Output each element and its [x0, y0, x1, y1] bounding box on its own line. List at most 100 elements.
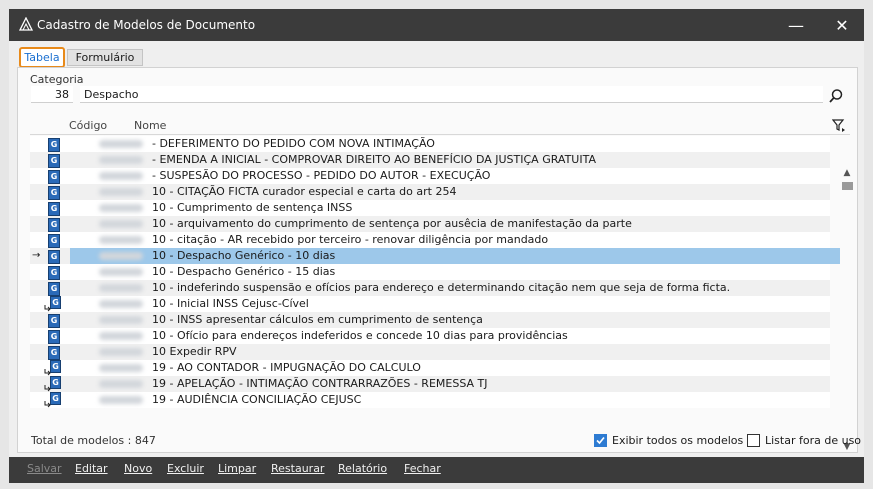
name-cell: - SUSPESÃO DO PROCESSO - PEDIDO DO AUTOR…	[152, 169, 491, 182]
document-model-icon: G	[48, 154, 60, 168]
category-code-field[interactable]: 38	[31, 86, 73, 103]
search-icon[interactable]	[828, 88, 844, 104]
document-model-icon: G	[48, 282, 60, 296]
code-cell	[70, 216, 147, 232]
document-model-icon: G	[48, 234, 60, 248]
name-cell: 10 Expedir RPV	[152, 345, 237, 358]
editar-button[interactable]: Editar	[75, 462, 108, 475]
document-model-icon: G	[48, 186, 60, 200]
name-cell: 10 - INSS apresentar cálculos em cumprim…	[152, 313, 483, 326]
name-cell: 19 - APELAÇÃO - INTIMAÇÃO CONTRARRAZÕES …	[152, 377, 488, 390]
tab-tabela[interactable]: Tabela	[19, 47, 65, 68]
table-row[interactable]: G 10 - citação - AR recebido por terceiro…	[30, 232, 830, 248]
close-button[interactable]: ✕	[819, 9, 865, 41]
redacted-code	[99, 268, 143, 276]
document-model-icon: G	[48, 218, 60, 232]
name-cell: 10 - Despacho Genérico - 10 dias	[147, 248, 840, 264]
table-row[interactable]: → G 10 - Despacho Genérico - 10 dias	[30, 248, 840, 264]
code-cell	[70, 184, 147, 200]
linked-model-icon	[44, 401, 51, 408]
total-models: Total de modelos : 847	[31, 434, 156, 447]
document-model-icon: G	[48, 250, 60, 264]
redacted-code	[99, 300, 143, 308]
redacted-code	[99, 396, 143, 404]
redacted-code	[99, 332, 143, 340]
scroll-thumb[interactable]	[842, 182, 853, 190]
scroll-up-icon[interactable]: ▲	[840, 168, 854, 180]
filter-icon[interactable]	[832, 118, 846, 132]
redacted-code	[99, 220, 143, 228]
name-cell: 19 - AO CONTADOR - IMPUGNAÇÃO DO CALCULO	[152, 361, 421, 374]
table-row[interactable]: G 10 - Ofício para endereços indeferidos …	[30, 328, 830, 344]
minimize-button[interactable]: —	[773, 9, 819, 41]
linked-model-icon	[44, 305, 51, 312]
checkbox-unchecked-icon[interactable]	[747, 434, 760, 447]
code-cell	[70, 136, 147, 152]
main-window: Cadastro de Modelos de Documento — ✕ Tab…	[9, 9, 864, 483]
name-cell: 10 - Cumprimento de sentença INSS	[152, 201, 353, 214]
document-model-icon: G	[48, 346, 60, 360]
limpar-button[interactable]: Limpar	[218, 462, 256, 475]
table-row[interactable]: G 10 - Cumprimento de sentença INSS	[30, 200, 830, 216]
table-row[interactable]: G - DEFERIMENTO DO PEDIDO COM NOVA INTIMA…	[30, 136, 830, 152]
code-cell	[70, 248, 147, 264]
minimize-icon: —	[788, 15, 804, 35]
title-bar[interactable]: Cadastro de Modelos de Documento — ✕	[9, 9, 864, 41]
redacted-code	[99, 380, 143, 388]
redacted-code	[99, 188, 143, 196]
redacted-code	[99, 348, 143, 356]
name-cell: 10 - Inicial INSS Cejusc-Cível	[152, 297, 309, 310]
checkbox-checked-icon[interactable]	[594, 434, 607, 447]
table-row[interactable]: G 19 - AO CONTADOR - IMPUGNAÇÃO DO CALCUL…	[30, 360, 830, 376]
name-cell: 10 - citação - AR recebido por terceiro …	[152, 233, 549, 246]
linked-model-icon	[44, 385, 51, 392]
code-cell	[70, 264, 147, 280]
document-model-icon: G	[48, 202, 60, 216]
window-title: Cadastro de Modelos de Documento	[37, 18, 256, 32]
name-cell: 19 - AUDIÊNCIA CONCILIAÇÃO CEJUSC	[152, 393, 362, 406]
redacted-code	[99, 364, 143, 372]
table-row[interactable]: G 10 - CITAÇÃO FICTA curador especial e c…	[30, 184, 830, 200]
table-row[interactable]: G 19 - AUDIÊNCIA CONCILIAÇÃO CEJUSC	[30, 392, 830, 408]
code-cell	[70, 296, 147, 312]
current-row-arrow-icon: →	[32, 250, 41, 261]
table-row[interactable]: G 10 - indeferindo suspensão e ofícios pa…	[30, 280, 830, 296]
salvar-button[interactable]: Salvar	[27, 462, 62, 475]
redacted-code	[99, 284, 143, 292]
document-model-icon: G	[48, 170, 60, 184]
models-grid: G - DEFERIMENTO DO PEDIDO COM NOVA INTIMA…	[30, 136, 840, 412]
table-row[interactable]: G 10 - Despacho Genérico - 15 dias	[30, 264, 830, 280]
relatorio-button[interactable]: Relatório	[338, 462, 387, 475]
redacted-code	[99, 204, 143, 212]
code-cell	[70, 168, 147, 184]
name-cell: - EMENDA A INICIAL - COMPROVAR DIREITO A…	[152, 153, 596, 166]
redacted-code	[99, 316, 143, 324]
novo-button[interactable]: Novo	[124, 462, 152, 475]
column-header-code[interactable]: Código	[69, 119, 107, 132]
code-cell	[70, 328, 147, 344]
name-cell: - DEFERIMENTO DO PEDIDO COM NOVA INTIMAÇ…	[152, 137, 435, 150]
column-header-name[interactable]: Nome	[134, 119, 166, 132]
table-row[interactable]: G - EMENDA A INICIAL - COMPROVAR DIREITO …	[30, 152, 830, 168]
table-row[interactable]: G 10 - Inicial INSS Cejusc-Cível	[30, 296, 830, 312]
table-row[interactable]: G 10 Expedir RPV	[30, 344, 830, 360]
excluir-button[interactable]: Excluir	[167, 462, 204, 475]
document-model-icon: G	[48, 330, 60, 344]
table-row[interactable]: G 10 - INSS apresentar cálculos em cumpri…	[30, 312, 830, 328]
code-cell	[70, 376, 147, 392]
list-unused-label: Listar fora de uso	[765, 434, 862, 447]
table-row[interactable]: G - SUSPESÃO DO PROCESSO - PEDIDO DO AUTO…	[30, 168, 830, 184]
table-row[interactable]: G 19 - APELAÇÃO - INTIMAÇÃO CONTRARRAZÕES…	[30, 376, 830, 392]
restaurar-button[interactable]: Restaurar	[271, 462, 324, 475]
document-model-icon: G	[48, 314, 60, 328]
main-panel: Tabela Formulário Categoria 38 Despacho …	[9, 41, 864, 457]
redacted-code	[99, 140, 143, 148]
vertical-scrollbar[interactable]: ▲ ▼	[840, 168, 854, 454]
tab-formulario[interactable]: Formulário	[67, 49, 143, 66]
code-cell	[70, 280, 147, 296]
category-name-field[interactable]: Despacho	[80, 86, 823, 103]
table-content: Categoria 38 Despacho Código Nome G - DEF…	[17, 67, 862, 454]
fechar-button[interactable]: Fechar	[404, 462, 441, 475]
table-row[interactable]: G 10 - arquivamento do cumprimento de sen…	[30, 216, 830, 232]
category-label: Categoria	[30, 73, 84, 86]
